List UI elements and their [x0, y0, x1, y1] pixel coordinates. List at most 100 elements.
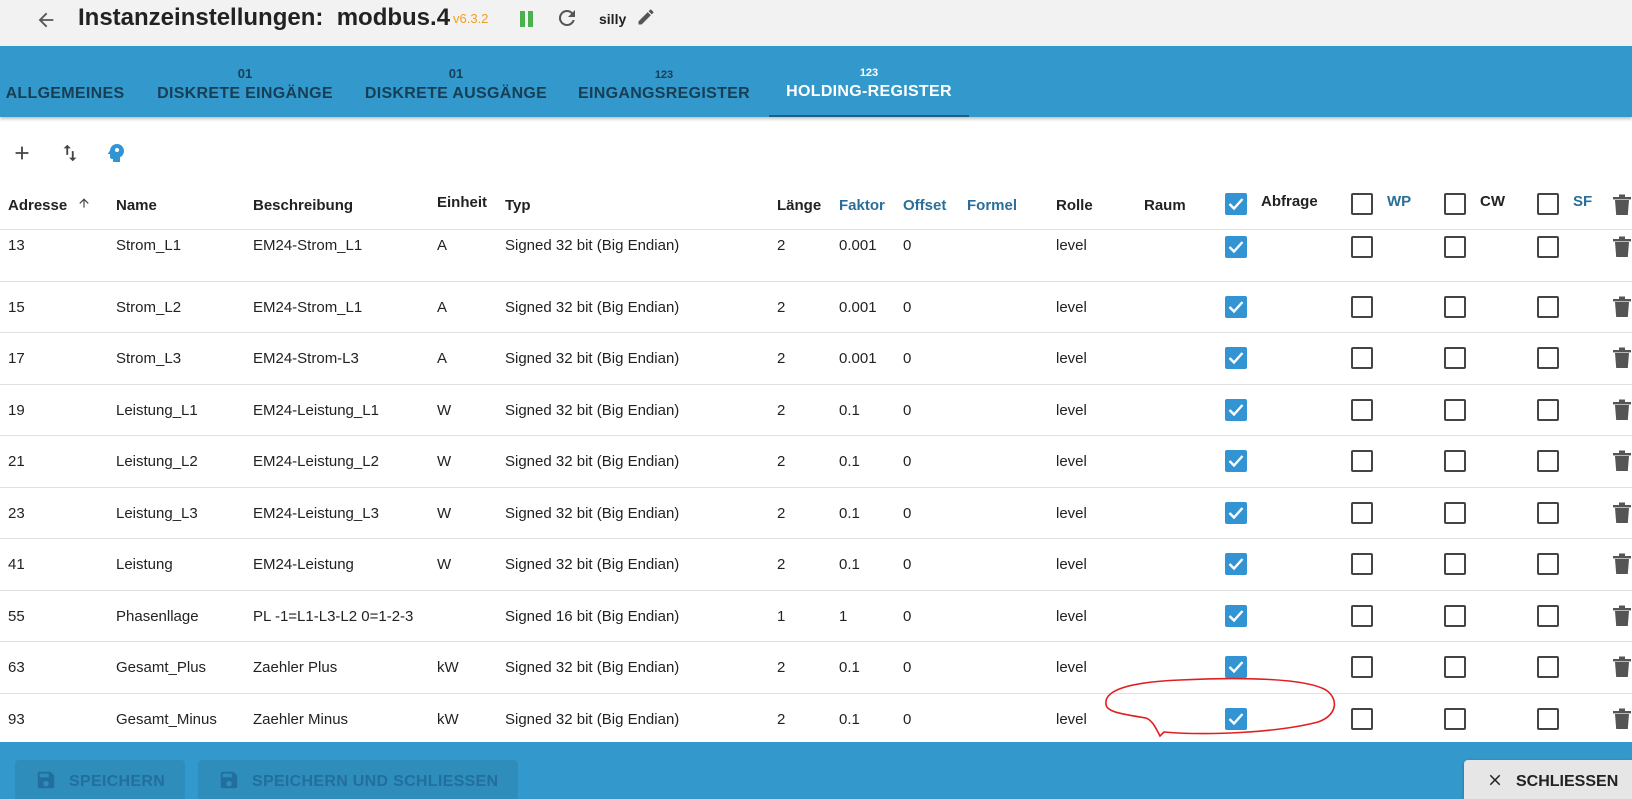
cell-description[interactable]: EM24-Leistung: [253, 539, 354, 590]
cell-address[interactable]: 17: [8, 333, 25, 384]
cell-unit[interactable]: W: [437, 488, 451, 539]
cell-name[interactable]: Leistung: [116, 539, 173, 590]
cell-description[interactable]: EM24-Leistung_L1: [253, 385, 379, 436]
head-icon[interactable]: [103, 140, 129, 166]
column-header-address[interactable]: Adresse: [8, 182, 91, 230]
close-button[interactable]: SCHLIESSEN: [1464, 760, 1632, 799]
save-button[interactable]: SPEICHERN: [15, 760, 186, 799]
cell-role[interactable]: level: [1056, 385, 1087, 436]
delete-row-trash-icon[interactable]: [1612, 605, 1632, 627]
delete-row-trash-icon[interactable]: [1612, 502, 1632, 524]
cell-factor[interactable]: 0.001: [839, 282, 877, 333]
wp-checkbox[interactable]: [1351, 707, 1373, 730]
select-all-cw-checkbox[interactable]: [1444, 193, 1466, 215]
cell-description[interactable]: EM24-Leistung_L3: [253, 488, 379, 539]
cell-name[interactable]: Phasenllage: [116, 591, 199, 642]
column-header-sf[interactable]: SF: [1573, 182, 1592, 230]
wp-checkbox[interactable]: [1351, 398, 1373, 421]
cell-description[interactable]: EM24-Strom_L1: [253, 230, 362, 281]
cell-factor[interactable]: 0.1: [839, 436, 860, 487]
select-all-sf-checkbox[interactable]: [1537, 193, 1559, 215]
cell-factor[interactable]: 0.1: [839, 694, 860, 745]
wp-checkbox[interactable]: [1351, 347, 1373, 369]
cell-type[interactable]: Signed 32 bit (Big Endian): [505, 282, 679, 333]
column-header-formula[interactable]: Formel: [967, 182, 1017, 230]
column-header-role[interactable]: Rolle: [1056, 182, 1093, 230]
cell-offset[interactable]: 0: [903, 436, 911, 487]
cell-address[interactable]: 63: [8, 642, 25, 693]
cell-unit[interactable]: A: [437, 282, 447, 333]
column-header-cw[interactable]: CW: [1480, 182, 1505, 230]
edit-pencil-icon[interactable]: [636, 7, 658, 29]
cell-role[interactable]: level: [1056, 642, 1087, 693]
poll-checkbox[interactable]: [1225, 604, 1247, 627]
cell-offset[interactable]: 0: [903, 591, 911, 642]
cell-address[interactable]: 19: [8, 385, 25, 436]
column-header-factor[interactable]: Faktor: [839, 182, 885, 230]
select-all-wp-checkbox[interactable]: [1351, 193, 1373, 215]
cw-checkbox[interactable]: [1444, 347, 1466, 369]
sf-checkbox[interactable]: [1537, 347, 1559, 369]
column-header-length[interactable]: Länge: [777, 182, 821, 230]
cell-factor[interactable]: 0.1: [839, 385, 860, 436]
cell-unit[interactable]: A: [437, 333, 447, 384]
cell-unit[interactable]: A: [437, 230, 447, 281]
cell-type[interactable]: Signed 32 bit (Big Endian): [505, 488, 679, 539]
delete-row-trash-icon[interactable]: [1612, 399, 1632, 421]
cell-description[interactable]: EM24-Leistung_L2: [253, 436, 379, 487]
cell-length[interactable]: 2: [777, 230, 785, 281]
cell-offset[interactable]: 0: [903, 385, 911, 436]
tab-allgemeines[interactable]: ALLGEMEINES: [0, 46, 130, 117]
cell-type[interactable]: Signed 32 bit (Big Endian): [505, 436, 679, 487]
cell-description[interactable]: Zaehler Plus: [253, 642, 337, 693]
cell-description[interactable]: EM24-Strom-L3: [253, 333, 359, 384]
cell-factor[interactable]: 0.1: [839, 539, 860, 590]
wp-checkbox[interactable]: [1351, 656, 1373, 678]
tab-diskrete-ausgaenge[interactable]: 01 DISKRETE AUSGÄNGE: [364, 46, 548, 117]
cell-description[interactable]: Zaehler Minus: [253, 694, 348, 745]
poll-checkbox[interactable]: [1225, 501, 1247, 524]
cell-unit[interactable]: W: [437, 385, 451, 436]
sf-checkbox[interactable]: [1537, 656, 1559, 678]
cell-type[interactable]: Signed 32 bit (Big Endian): [505, 642, 679, 693]
poll-checkbox[interactable]: [1225, 656, 1247, 678]
cell-role[interactable]: level: [1056, 694, 1087, 745]
cell-length[interactable]: 2: [777, 385, 785, 436]
sf-checkbox[interactable]: [1537, 553, 1559, 575]
column-header-offset[interactable]: Offset: [903, 182, 946, 230]
wp-checkbox[interactable]: [1351, 295, 1373, 318]
cell-name[interactable]: Leistung_L1: [116, 385, 198, 436]
cell-factor[interactable]: 0.1: [839, 488, 860, 539]
delete-row-trash-icon[interactable]: [1612, 656, 1632, 678]
cell-type[interactable]: Signed 32 bit (Big Endian): [505, 539, 679, 590]
pause-icon[interactable]: [516, 8, 538, 30]
cell-name[interactable]: Gesamt_Plus: [116, 642, 206, 693]
poll-checkbox[interactable]: [1225, 450, 1247, 472]
cell-address[interactable]: 55: [8, 591, 25, 642]
sf-checkbox[interactable]: [1537, 450, 1559, 472]
sf-checkbox[interactable]: [1537, 295, 1559, 318]
cell-length[interactable]: 2: [777, 539, 785, 590]
cell-address[interactable]: 41: [8, 539, 25, 590]
cell-role[interactable]: level: [1056, 539, 1087, 590]
delete-row-trash-icon[interactable]: [1612, 450, 1632, 472]
cw-checkbox[interactable]: [1444, 553, 1466, 575]
cell-unit[interactable]: kW: [437, 694, 459, 745]
cell-length[interactable]: 1: [777, 591, 785, 642]
cell-type[interactable]: Signed 32 bit (Big Endian): [505, 694, 679, 745]
wp-checkbox[interactable]: [1351, 501, 1373, 524]
cell-factor[interactable]: 0.001: [839, 230, 877, 281]
cw-checkbox[interactable]: [1444, 604, 1466, 627]
wp-checkbox[interactable]: [1351, 236, 1373, 258]
poll-checkbox[interactable]: [1225, 553, 1247, 575]
column-header-type[interactable]: Typ: [505, 182, 531, 230]
cw-checkbox[interactable]: [1444, 295, 1466, 318]
column-header-poll[interactable]: Abfrage: [1261, 182, 1318, 230]
cell-type[interactable]: Signed 32 bit (Big Endian): [505, 385, 679, 436]
sf-checkbox[interactable]: [1537, 236, 1559, 258]
cell-unit[interactable]: W: [437, 539, 451, 590]
swap-vertical-icon[interactable]: [57, 140, 83, 166]
column-header-wp[interactable]: WP: [1387, 182, 1411, 230]
tab-diskrete-eingaenge[interactable]: 01 DISKRETE EINGÄNGE: [150, 46, 340, 117]
cell-length[interactable]: 2: [777, 694, 785, 745]
